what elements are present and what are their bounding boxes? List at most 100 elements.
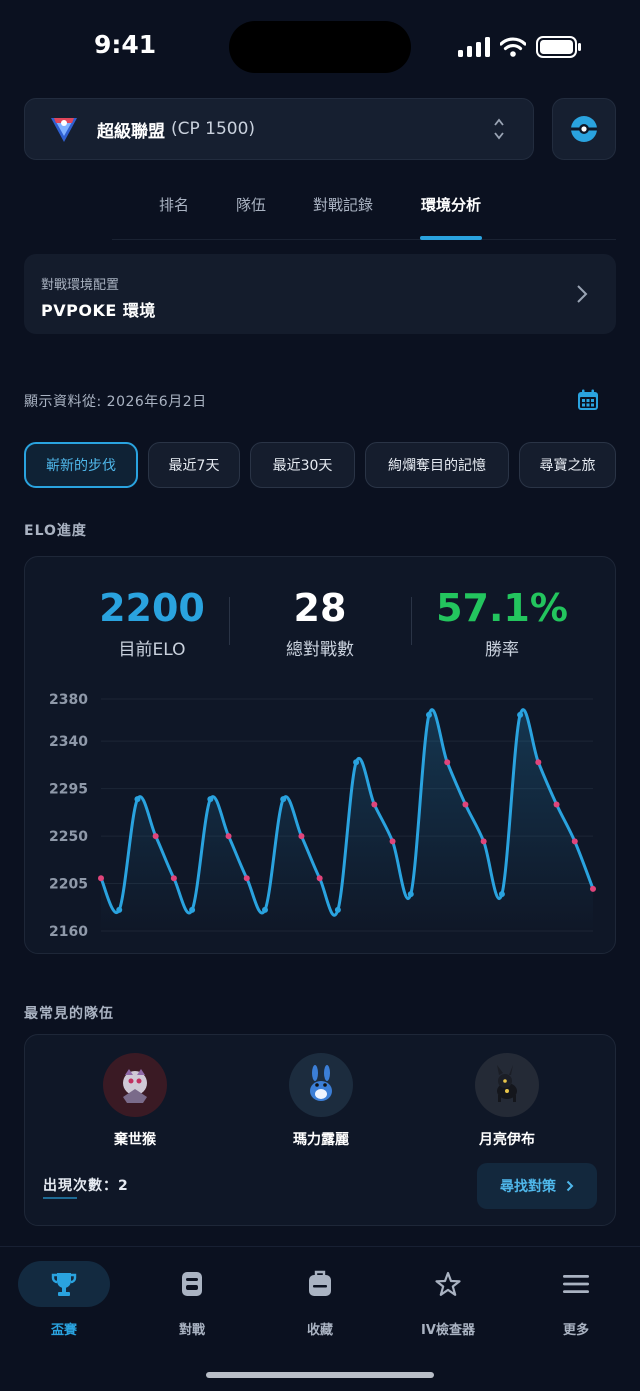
pokeball-icon (571, 116, 597, 142)
filter-chip-30-days[interactable]: 最近30天 (250, 442, 355, 488)
dynamic-island (229, 21, 411, 73)
umbreon-icon (475, 1053, 539, 1117)
nav-label: 收藏 (306, 1323, 333, 1338)
elo-data-point (262, 906, 268, 913)
team-member-name: 棄世猴 (114, 1132, 156, 1148)
nav-iv-checker[interactable]: IV檢查器 (393, 1261, 503, 1338)
status-icons (458, 36, 582, 58)
elo-data-point (334, 906, 341, 913)
filter-chip-7-days[interactable]: 最近7天 (148, 442, 240, 488)
tab-rankings[interactable]: 排名 (159, 194, 189, 215)
annihilape-icon (103, 1053, 167, 1117)
total-battles-value: 28 (293, 586, 347, 630)
filter-chip-treasure-hunt[interactable]: 尋寶之旅 (519, 442, 616, 488)
win-rate-label: 勝率 (485, 640, 519, 660)
y-tick-label: 2160 (49, 924, 88, 940)
current-elo-stat: 2200 目前ELO (67, 585, 237, 660)
chevron-right-icon (577, 285, 588, 303)
team-member[interactable]: 瑪力露麗 (261, 1053, 381, 1149)
elo-data-point (553, 801, 560, 808)
bottom-navigation: 盃賽 對戰 收藏 IV檢查器 更多 (0, 1246, 640, 1391)
home-indicator (206, 1372, 434, 1378)
team-card[interactable]: 棄世猴 瑪力露麗 月亮伊布 出現次數：2 尋找對策 (24, 1034, 616, 1226)
elo-data-point (170, 875, 177, 882)
elo-data-point (480, 838, 487, 845)
nav-label: 更多 (562, 1323, 589, 1338)
star-icon (402, 1261, 494, 1307)
count-underline (43, 1197, 77, 1199)
nav-battle[interactable]: 對戰 (137, 1261, 247, 1338)
nav-tournaments[interactable]: 盃賽 (9, 1261, 119, 1338)
data-date-label: 顯示資料從: 2026年6月2日 (24, 394, 207, 410)
current-elo-label: 目前ELO (118, 640, 186, 660)
battery-icon (536, 36, 581, 58)
current-elo-value: 2200 (99, 586, 205, 630)
pokeball-button[interactable] (552, 98, 616, 160)
great-league-icon (51, 118, 77, 142)
appearance-count: 出現次數：2 (43, 1178, 129, 1194)
tab-teams[interactable]: 隊伍 (236, 194, 266, 215)
elo-data-point (134, 796, 141, 803)
menu-icon (530, 1261, 622, 1307)
teams-section-title: 最常見的隊伍 (24, 1006, 114, 1022)
trophy-icon (18, 1261, 110, 1307)
elo-data-point (590, 885, 596, 892)
y-tick-label: 2380 (49, 692, 88, 708)
cellular-signal-icon (458, 37, 490, 57)
elo-data-point (316, 875, 323, 882)
elo-data-point (426, 711, 432, 718)
elo-data-point (498, 891, 505, 898)
nav-label: IV檢查器 (421, 1323, 475, 1338)
elo-data-point (243, 875, 250, 882)
config-label: 對戰環境配置 (41, 278, 120, 293)
filter-chip-new-season[interactable]: 嶄新的步伐 (24, 442, 138, 488)
elo-data-point (444, 759, 451, 766)
y-tick-label: 2250 (49, 829, 88, 845)
backpack-icon (274, 1261, 366, 1307)
elo-data-point (462, 801, 469, 808)
tab-battle-log[interactable]: 對戰記錄 (313, 194, 373, 215)
calendar-icon[interactable] (576, 388, 600, 412)
wifi-icon (500, 37, 526, 57)
find-counters-button[interactable]: 尋找對策 (477, 1163, 597, 1209)
status-time: 9:41 (94, 30, 157, 59)
elo-data-point (207, 796, 214, 803)
elo-data-point (407, 891, 414, 898)
win-rate-value: 57.1% (436, 586, 568, 630)
meta-config-card[interactable]: 對戰環境配置 PVPOKE 環境 (24, 254, 616, 334)
elo-data-point (116, 906, 123, 913)
stat-divider (229, 597, 230, 645)
league-selector[interactable]: 超級聯盟 (CP 1500) (24, 98, 534, 160)
elo-data-point (353, 759, 360, 766)
total-battles-label: 總對戰數 (286, 640, 354, 660)
nav-label: 對戰 (178, 1323, 205, 1338)
nav-collection[interactable]: 收藏 (265, 1261, 375, 1338)
elo-data-point (98, 875, 104, 882)
y-tick-label: 2295 (49, 782, 88, 798)
elo-data-point (189, 906, 196, 913)
tab-bar: 排名 隊伍 對戰記錄 環境分析 (112, 188, 616, 240)
y-tick-label: 2205 (49, 877, 88, 893)
team-member[interactable]: 月亮伊布 (447, 1053, 567, 1149)
elo-data-point (389, 838, 396, 845)
elo-section-title: ELO進度 (24, 523, 87, 539)
elo-card: 2200 目前ELO 28 總對戰數 57.1% 勝率 2380 2340 2295… (24, 556, 616, 954)
elo-data-point (517, 711, 524, 718)
nav-label: 盃賽 (50, 1323, 77, 1338)
chevron-up-down-icon (493, 117, 505, 143)
battle-icon (146, 1261, 238, 1307)
team-member[interactable]: 棄世猴 (75, 1053, 195, 1149)
y-tick-label: 2340 (49, 734, 88, 750)
nav-more[interactable]: 更多 (521, 1261, 631, 1338)
elo-data-point (371, 801, 378, 808)
filter-chip-season-memories[interactable]: 絢爛奪目的記憶 (365, 442, 509, 488)
league-name: 超級聯盟 (97, 121, 165, 142)
elo-data-point (225, 833, 232, 840)
elo-data-point (571, 838, 578, 845)
stat-divider (411, 597, 412, 645)
chevron-right-icon (566, 1180, 574, 1192)
azumarill-icon (289, 1053, 353, 1117)
elo-data-point (280, 796, 287, 803)
win-rate-stat: 57.1% 勝率 (417, 585, 587, 660)
tab-meta-analysis[interactable]: 環境分析 (421, 194, 481, 215)
